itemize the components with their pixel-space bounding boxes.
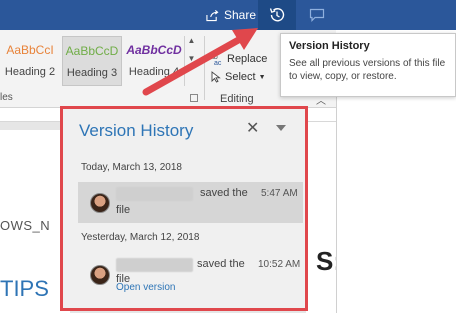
annotation-arrow-icon <box>142 28 258 96</box>
